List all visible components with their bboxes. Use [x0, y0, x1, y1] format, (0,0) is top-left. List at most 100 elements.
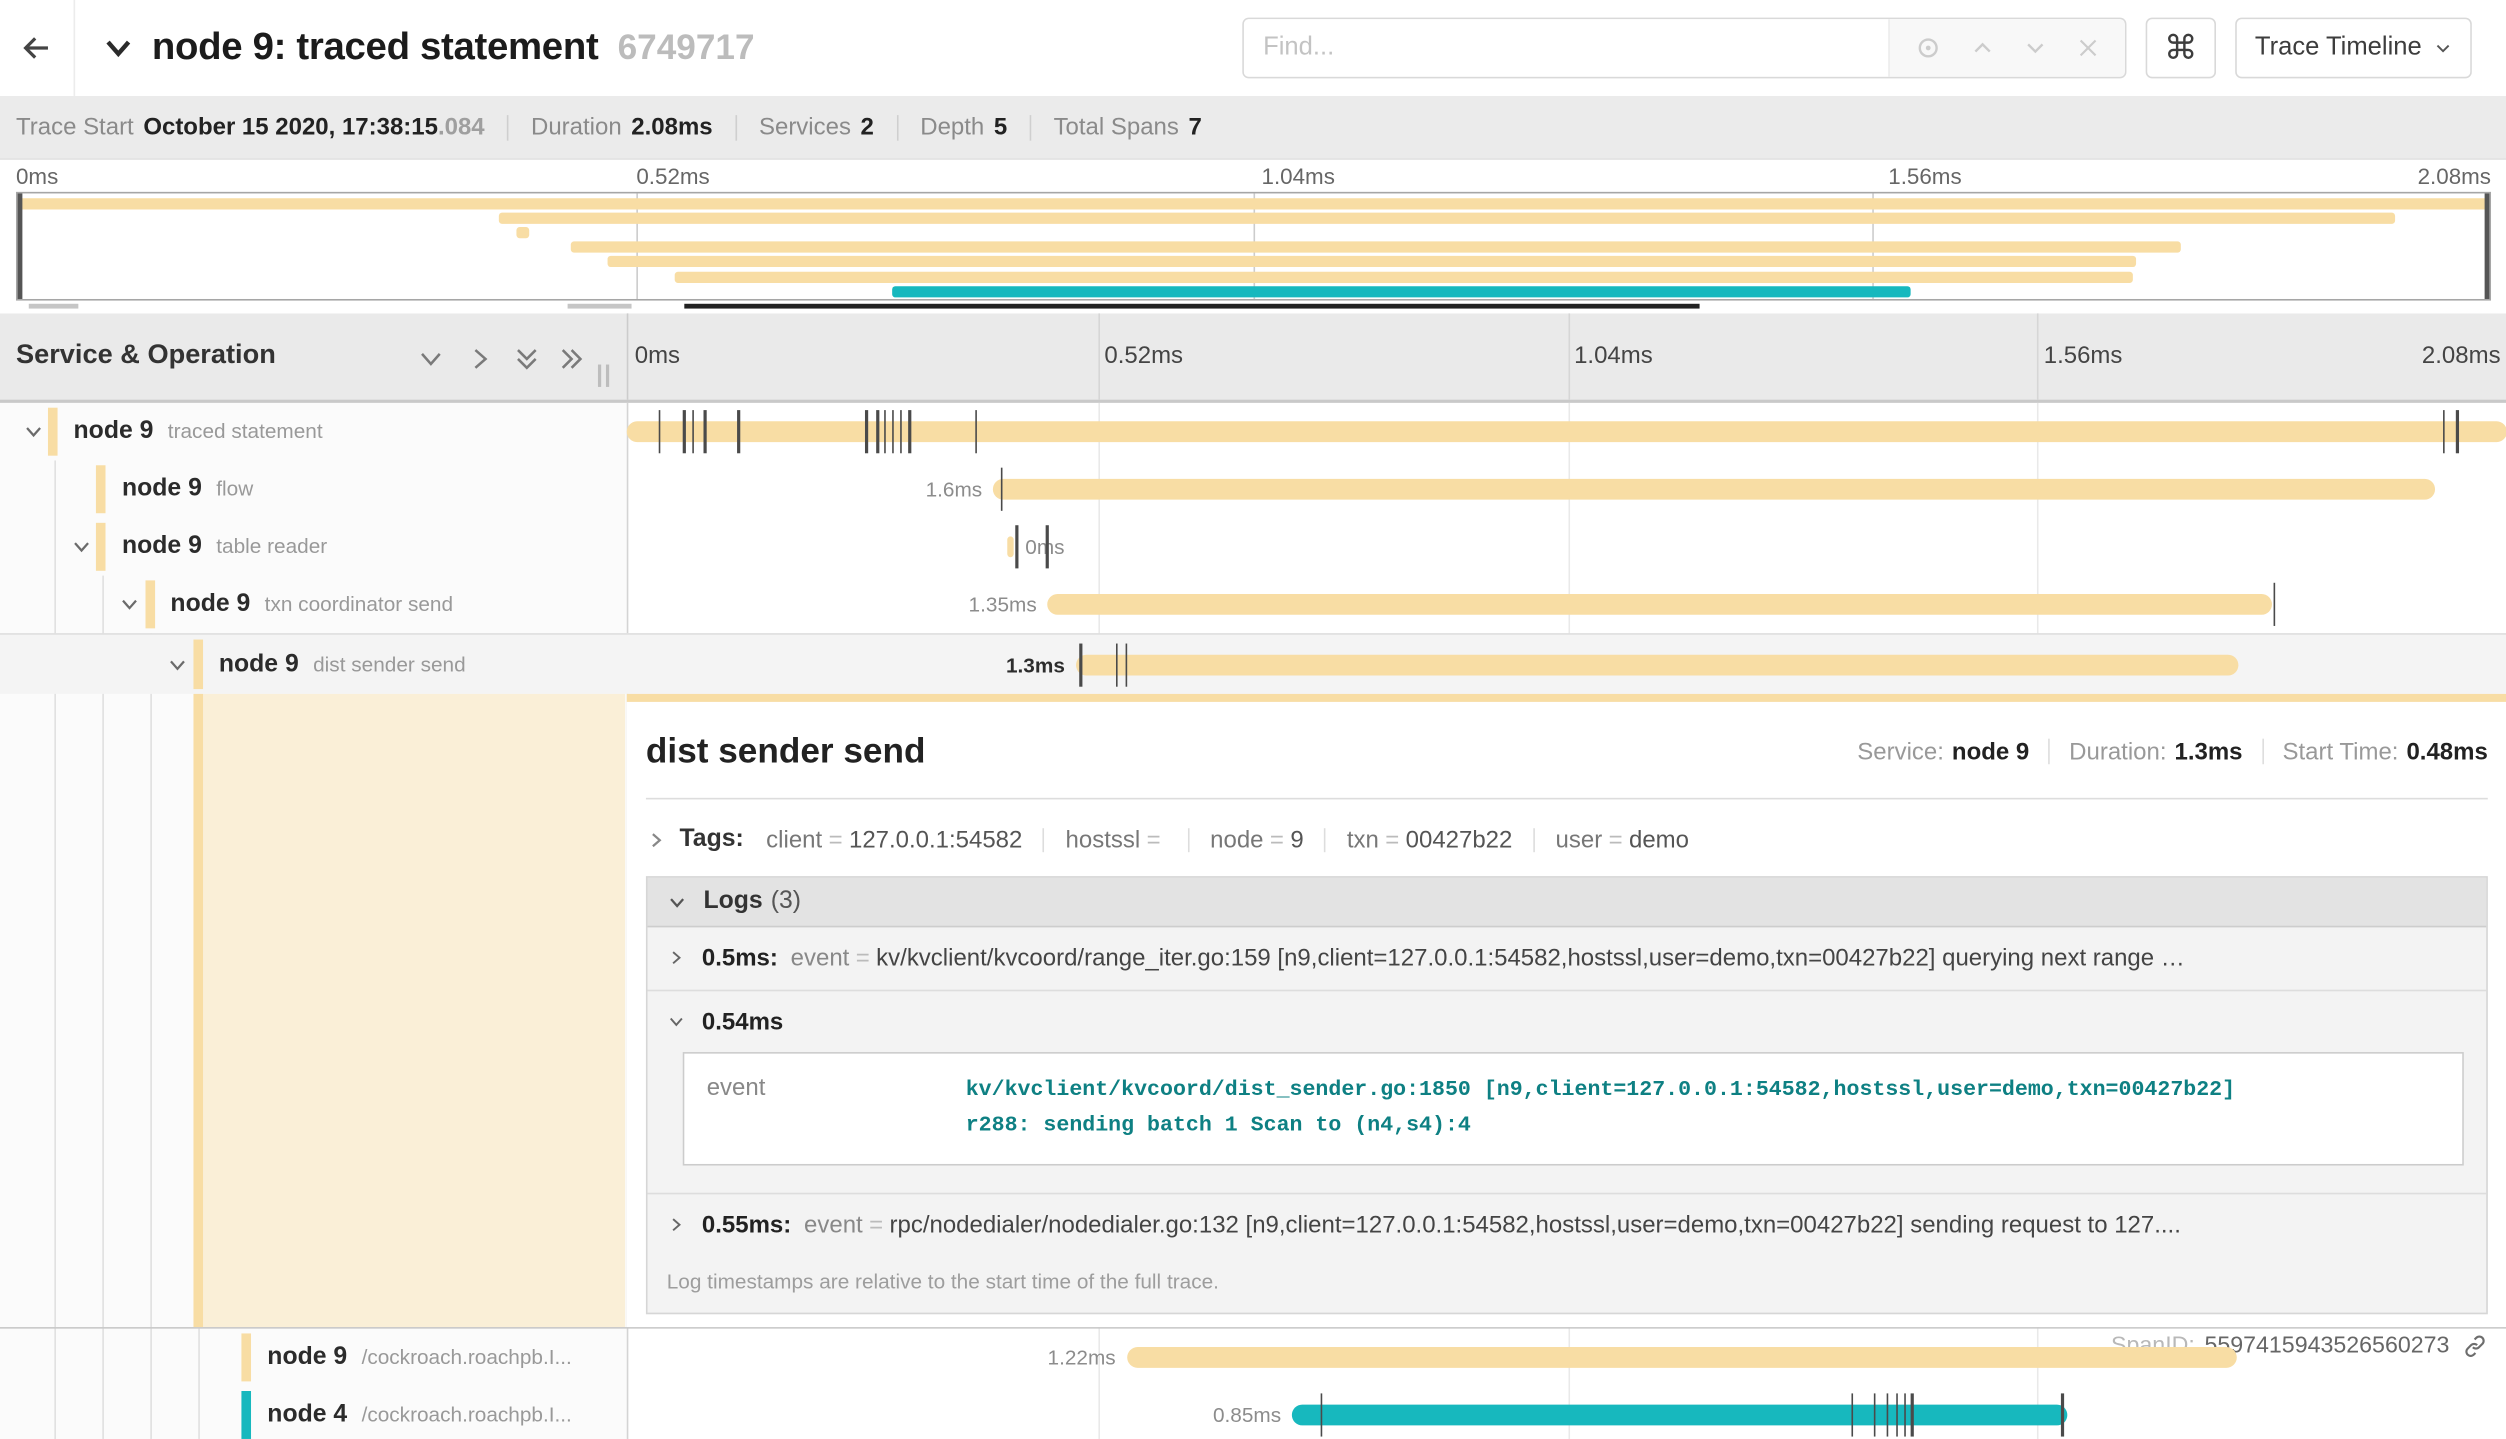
back-button[interactable]: [0, 0, 74, 96]
span-tree-cell[interactable]: node 9table reader: [0, 518, 627, 576]
span-service-name[interactable]: node 9traced statement: [74, 417, 323, 446]
span-bar[interactable]: [1007, 536, 1015, 557]
span-timeline-cell[interactable]: 1.6ms: [627, 460, 2506, 518]
row-chevron-down-icon[interactable]: [22, 420, 44, 442]
span-tree-cell[interactable]: node 9/cockroach.roachpb.I...: [0, 1329, 627, 1387]
service-operation-header-cell: Service & Operation: [0, 313, 628, 399]
span-service-name[interactable]: node 9dist sender send: [219, 650, 466, 679]
span-service-name[interactable]: node 9txn coordinator send: [170, 590, 453, 619]
ruler-time-label: 1.56ms: [2044, 342, 2123, 369]
keyboard-shortcuts-button[interactable]: ⌘: [2146, 18, 2216, 79]
tag-item[interactable]: txn=00427b22: [1347, 826, 1513, 853]
tag-value: demo: [1629, 826, 1689, 853]
span-color-strip: [96, 523, 106, 571]
collapse-all-icon[interactable]: [512, 344, 542, 374]
trace-title-chevron-down-icon[interactable]: [101, 30, 136, 65]
meta-label: Start Time:: [2283, 738, 2399, 765]
minimap-scrubber[interactable]: [16, 302, 2491, 310]
span-tree-cell[interactable]: node 9flow: [0, 460, 627, 518]
tag-key: node: [1210, 826, 1263, 853]
span-service-name[interactable]: node 9flow: [122, 475, 253, 504]
span-timeline-cell[interactable]: 0ms: [627, 518, 2506, 576]
log-timestamp: 0.54ms: [702, 1009, 783, 1036]
trace-id-short: 6749717: [618, 27, 755, 69]
column-resize-handle[interactable]: [598, 365, 609, 387]
summary-item-value: 7: [1188, 114, 1201, 141]
log-marker-tick: [2274, 583, 2276, 626]
span-service-name[interactable]: node 4/cockroach.roachpb.I...: [267, 1401, 572, 1430]
span-operation-name: /cockroach.roachpb.I...: [362, 1345, 572, 1369]
minimap-left-handle[interactable]: [18, 193, 23, 299]
expand-one-icon[interactable]: [465, 344, 495, 374]
log-field-value: rpc/nodedialer/nodedialer.go:132 [n9,cli…: [890, 1212, 2181, 1239]
span-service-name[interactable]: node 9/cockroach.roachpb.I...: [267, 1343, 572, 1372]
span-operation-name: dist sender send: [313, 652, 466, 676]
tag-item[interactable]: client=127.0.0.1:54582: [766, 826, 1022, 853]
tag-equals: =: [1609, 826, 1623, 853]
tag-item[interactable]: hostssl=: [1066, 826, 1167, 853]
row-chevron-down-icon[interactable]: [118, 593, 140, 615]
minimap-canvas[interactable]: [16, 192, 2491, 301]
log-marker-tick: [1886, 1393, 1888, 1436]
find-input[interactable]: [1244, 19, 1888, 77]
span-timeline-cell[interactable]: 0.85ms: [627, 1386, 2506, 1439]
trace-start-value: October 15 2020, 17:38:15: [143, 114, 438, 141]
span-tree-cell[interactable]: node 4/cockroach.roachpb.I...: [0, 1386, 627, 1439]
tag-item[interactable]: node=9: [1210, 826, 1304, 853]
tag-item[interactable]: user=demo: [1556, 826, 1689, 853]
minimap-span-bar: [675, 271, 2133, 282]
span-tree-cell[interactable]: node 9dist sender send: [0, 635, 627, 694]
prev-result-icon[interactable]: [1968, 34, 1997, 63]
row-chevron-down-icon[interactable]: [166, 653, 188, 675]
tag-equals: =: [1385, 826, 1399, 853]
next-result-icon[interactable]: [2021, 34, 2050, 63]
span-bar[interactable]: [1127, 1347, 2236, 1368]
logs-count: (3): [771, 887, 801, 916]
span-timeline-cell[interactable]: [627, 403, 2506, 461]
span-bar[interactable]: [1076, 654, 2238, 675]
log-marker-tick: [738, 410, 740, 453]
meta-label: Service:: [1857, 738, 1944, 765]
span-bar[interactable]: [1292, 1405, 2067, 1426]
log-entry-expanded[interactable]: 0.54mseventkv/kvclient/kvcoord/dist_send…: [648, 990, 2487, 1193]
trace-title: node 9: traced statement: [152, 26, 599, 71]
span-service-name[interactable]: node 9table reader: [122, 532, 327, 561]
minimap-scrollbar-thumb[interactable]: [684, 304, 1699, 309]
collapse-one-icon[interactable]: [416, 344, 446, 374]
log-entry[interactable]: 0.55ms:event=rpc/nodedialer/nodedialer.g…: [648, 1193, 2487, 1257]
span-detail-panel: dist sender send Service:node 9Duration:…: [627, 694, 2506, 1327]
timeline-grid-header: Service & Operation 0ms0.52ms1.04ms1.56m…: [0, 313, 2506, 403]
tags-accordion[interactable]: Tags: client=127.0.0.1:54582hostssl=node…: [646, 815, 2488, 863]
span-tree-cell[interactable]: node 9txn coordinator send: [0, 576, 627, 634]
minimap-span-bar: [18, 197, 2490, 208]
span-color-strip: [193, 640, 203, 690]
span-bar[interactable]: [1048, 594, 2272, 615]
summary-separator: [896, 114, 898, 140]
meta-separator: [2048, 739, 2050, 765]
view-selector-button[interactable]: Trace Timeline: [2235, 18, 2472, 79]
span-duration-label: 0.85ms: [1213, 1403, 1281, 1427]
logs-header[interactable]: Logs (3): [648, 878, 2487, 928]
span-color-strip: [48, 408, 58, 456]
log-marker-tick: [1001, 468, 1003, 511]
row-chevron-down-icon[interactable]: [70, 536, 92, 558]
expand-all-icon[interactable]: [556, 344, 586, 374]
minimap-right-handle[interactable]: [2485, 193, 2490, 299]
tag-key: txn: [1347, 826, 1379, 853]
span-timeline-cell[interactable]: 1.3ms: [627, 635, 2506, 694]
span-tree-cell[interactable]: node 9traced statement: [0, 403, 627, 461]
summary-item-label: Duration: [531, 114, 622, 141]
span-timeline-cell[interactable]: 1.35ms: [627, 576, 2506, 634]
locate-icon[interactable]: [1914, 34, 1943, 63]
span-timeline-cell[interactable]: 1.22ms: [627, 1329, 2506, 1387]
summary-item-label: Services: [759, 114, 851, 141]
log-marker-tick: [2061, 1393, 2063, 1436]
summary-separator: [507, 114, 509, 140]
log-entry[interactable]: 0.5ms:event=kv/kvclient/kvcoord/range_it…: [648, 927, 2487, 989]
log-marker-tick: [892, 410, 894, 453]
span-bar[interactable]: [993, 479, 2435, 500]
clear-search-icon[interactable]: [2075, 35, 2101, 61]
span-color-strip: [242, 1333, 252, 1381]
summary-item-label: Depth: [920, 114, 984, 141]
span-duration-label: 0ms: [1025, 535, 1064, 559]
